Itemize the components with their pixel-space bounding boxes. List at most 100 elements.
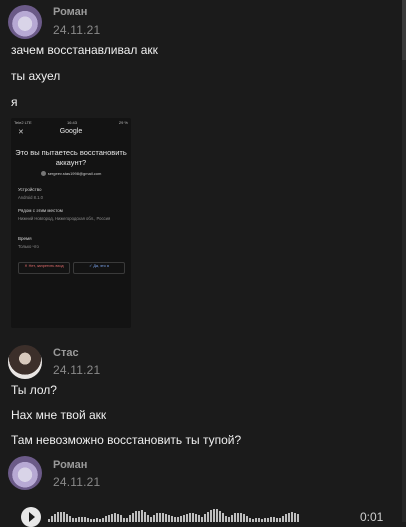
waveform-bar <box>189 513 191 522</box>
waveform-bar <box>192 513 194 522</box>
waveform-bar <box>135 511 137 522</box>
waveform-bar <box>216 509 218 522</box>
waveform-bar <box>126 518 128 522</box>
message-text: я <box>11 95 18 109</box>
waveform-bar <box>228 517 230 522</box>
device-label: Устройство <box>18 187 42 192</box>
message-text: Ты лол? <box>11 383 57 397</box>
waveform-bar <box>84 517 86 522</box>
location-label: Рядом с этим местом <box>18 208 63 213</box>
waveform-bar <box>240 513 242 522</box>
author-name[interactable]: Роман <box>53 459 87 471</box>
waveform-bar <box>60 512 62 522</box>
waveform-bar <box>81 517 83 522</box>
waveform-bar <box>237 513 239 522</box>
waveform-bar <box>171 516 173 522</box>
waveform-bar <box>243 514 245 522</box>
waveform-bar <box>78 517 80 522</box>
waveform-bar <box>276 518 278 522</box>
waveform-bar <box>72 518 74 522</box>
waveform-bar <box>279 518 281 522</box>
message-date: 24.11.21 <box>53 23 101 37</box>
device-value: Android 8.1.0 <box>18 195 43 200</box>
waveform-bar <box>120 515 122 522</box>
waveform-bar <box>96 518 98 522</box>
author-name[interactable]: Роман <box>53 6 87 18</box>
waveform-bar <box>147 515 149 522</box>
waveform-bar <box>108 515 110 522</box>
waveform-bar <box>294 513 296 522</box>
waveform-bar <box>180 516 182 522</box>
waveform-bar <box>297 514 299 522</box>
confirm-button: ✓ Да, это я <box>73 262 125 274</box>
message-date: 24.11.21 <box>53 475 101 489</box>
message-text: Там невозможно восстановить ты тупой? <box>11 433 242 447</box>
waveform-bar <box>138 511 140 522</box>
avatar[interactable] <box>8 456 42 490</box>
time-label: Время <box>18 236 32 241</box>
avatar[interactable] <box>8 345 42 379</box>
scrollbar-track[interactable] <box>402 0 406 522</box>
waveform-bar <box>87 518 89 522</box>
waveform-bar <box>291 512 293 522</box>
waveform-bar <box>144 512 146 522</box>
waveform-bar <box>186 514 188 522</box>
waveform-bar <box>210 510 212 522</box>
waveform-bar <box>264 518 266 522</box>
waveform-bar <box>204 514 206 522</box>
account-email: sergeev.stas1998@gmail.com <box>11 171 131 177</box>
deny-button: ✕ Нет, запретить вход <box>18 262 70 274</box>
waveform-bar <box>162 513 164 522</box>
account-avatar-icon <box>40 171 46 177</box>
waveform-bar <box>117 514 119 522</box>
waveform-bar <box>114 513 116 522</box>
waveform-bar <box>222 513 224 522</box>
status-carrier: Tele2 LTE <box>14 120 32 125</box>
attached-image[interactable]: Tele2 LTE 16:43 29 % ✕ Google Это вы пыт… <box>11 118 131 328</box>
waveform-bar <box>168 515 170 522</box>
waveform-bar <box>231 515 233 522</box>
waveform-bar <box>156 513 158 522</box>
waveform-bar <box>249 518 251 522</box>
waveform-bar <box>153 515 155 522</box>
avatar[interactable] <box>8 5 42 39</box>
scrollbar-thumb[interactable] <box>402 0 406 60</box>
waveform-bar <box>75 518 77 522</box>
waveform-bar <box>129 515 131 522</box>
waveform-bar <box>285 514 287 522</box>
play-icon[interactable] <box>21 507 41 527</box>
waveform-bar <box>273 517 275 522</box>
waveform-bar <box>63 512 65 522</box>
waveform-bar <box>288 513 290 522</box>
waveform-bar <box>213 509 215 522</box>
waveform-bar <box>159 513 161 522</box>
waveform-bar <box>258 518 260 522</box>
waveform-bar <box>150 517 152 522</box>
status-battery: 29 % <box>118 120 128 125</box>
location-value: Нижний Новгород, Нижегородская обл., Рос… <box>18 216 111 221</box>
message-text: ты ахуел <box>11 69 61 83</box>
waveform-bar <box>105 516 107 522</box>
author-name[interactable]: Стас <box>53 347 79 359</box>
waveform-bar <box>54 514 56 522</box>
phone-status-bar: Tele2 LTE 16:43 29 % <box>14 120 128 126</box>
waveform-bar <box>195 514 197 522</box>
message-text: зачем восстанавливал акк <box>11 43 158 57</box>
google-logo: Google <box>59 128 83 135</box>
recovery-question: Это вы пытаетесь восстановить аккаунт? <box>15 148 127 167</box>
waveform-bar <box>57 512 59 522</box>
waveform-bar <box>69 516 71 522</box>
waveform-bar <box>141 510 143 522</box>
waveform-bar <box>132 513 134 522</box>
waveform-bar <box>246 516 248 522</box>
time-value: Только что <box>18 244 39 249</box>
audio-waveform[interactable] <box>48 508 302 522</box>
message-text: Нах мне твой акк <box>11 408 107 422</box>
waveform-bar <box>219 511 221 522</box>
waveform-bar <box>183 515 185 522</box>
waveform-bar <box>207 512 209 522</box>
waveform-bar <box>270 517 272 522</box>
waveform-bar <box>165 514 167 522</box>
waveform-bar <box>177 517 179 522</box>
waveform-bar <box>102 518 104 522</box>
